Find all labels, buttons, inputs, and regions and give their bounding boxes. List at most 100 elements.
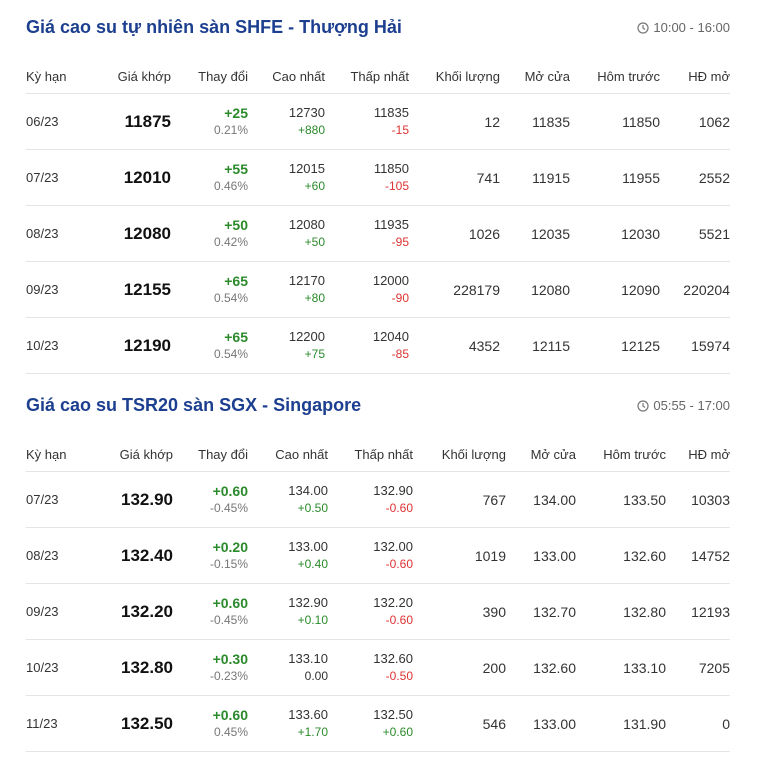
change-percent: 0.54% (213, 291, 248, 305)
open-cell: 11835 (500, 93, 570, 150)
matched-price: 132.80 (121, 657, 173, 677)
header-prev: Hôm trước (576, 437, 666, 472)
term-cell: 06/23 (26, 93, 86, 150)
change-cell: +0.30 -0.23% (173, 639, 248, 696)
high-cell: 134.00 +0.50 (248, 471, 328, 528)
change-percent: -0.23% (209, 669, 248, 683)
header-low: Thấp nhất (325, 59, 409, 94)
change-cell: +50 0.42% (171, 205, 248, 262)
header-high: Cao nhất (248, 59, 325, 94)
open-cell: 132.70 (506, 583, 576, 640)
open-cell: 134.00 (506, 471, 576, 528)
change-cell: +0.20 -0.15% (173, 527, 248, 584)
term-cell: 10/23 (26, 317, 86, 374)
volume-cell: 228179 (409, 261, 500, 318)
low-diff: -90 (391, 291, 409, 305)
table-row[interactable]: 09/23 12155 +65 0.54% 12170 +80 12000 -90 228179… (26, 261, 730, 318)
low-cell: 132.60 -0.50 (328, 639, 413, 696)
high-diff: +50 (304, 235, 325, 249)
table-row[interactable]: 07/23 12010 +55 0.46% 12015 +60 11850 -105 741 11… (26, 149, 730, 206)
volume-cell: 200 (413, 639, 506, 696)
matched-price: 12010 (123, 167, 171, 187)
table-row[interactable]: 10/23 132.80 +0.30 -0.23% 133.10 0.00 132.60 -0… (26, 639, 730, 696)
table-row[interactable]: 11/23 132.50 +0.60 0.45% 133.60 +1.70 132.50 +0… (26, 695, 730, 752)
low-value: 12040 (372, 329, 409, 344)
change-percent: -0.15% (209, 557, 248, 571)
open-interest-cell: 12193 (666, 583, 730, 640)
matched-price: 132.20 (121, 601, 173, 621)
price-cell: 132.50 (86, 695, 173, 752)
header-term: Kỳ hạn (26, 437, 86, 472)
header-prev: Hôm trước (570, 59, 660, 94)
high-diff: +1.70 (297, 725, 328, 739)
high-value: 133.60 (288, 707, 328, 722)
low-cell: 11835 -15 (325, 93, 409, 150)
high-cell: 12170 +80 (248, 261, 325, 318)
change-percent: 0.21% (213, 123, 248, 137)
low-diff: -95 (391, 235, 409, 249)
high-cell: 132.90 +0.10 (248, 583, 328, 640)
prev-cell: 132.60 (576, 527, 666, 584)
page: Giá cao su tự nhiên sàn SHFE - Thượng Hả… (0, 0, 761, 783)
change-percent: 0.46% (213, 179, 248, 193)
open-interest-cell: 15974 (660, 317, 730, 374)
high-value: 12015 (288, 161, 325, 176)
high-diff: +0.40 (297, 557, 328, 571)
open-cell: 133.00 (506, 527, 576, 584)
low-diff: +0.60 (382, 725, 413, 739)
high-cell: 12200 +75 (248, 317, 325, 374)
header-open: Mở cửa (500, 59, 570, 94)
high-cell: 12080 +50 (248, 205, 325, 262)
prev-cell: 11955 (570, 149, 660, 206)
high-diff: +60 (304, 179, 325, 193)
low-cell: 12040 -85 (325, 317, 409, 374)
trading-hours: 10:00 - 16:00 (637, 20, 730, 35)
price-cell: 11875 (86, 93, 171, 150)
prev-cell: 132.80 (576, 583, 666, 640)
change-value: +0.30 (212, 651, 248, 667)
header-price: Giá khớp (86, 437, 173, 472)
trading-hours-text: 10:00 - 16:00 (653, 20, 730, 35)
table-row[interactable]: 10/23 12190 +65 0.54% 12200 +75 12040 -85 4352 12… (26, 317, 730, 374)
change-cell: +0.60 -0.45% (173, 471, 248, 528)
change-value: +0.20 (212, 539, 248, 555)
change-percent: -0.45% (209, 613, 248, 627)
change-percent: 0.45% (213, 725, 248, 739)
prev-cell: 133.10 (576, 639, 666, 696)
prev-cell: 12125 (570, 317, 660, 374)
open-interest-cell: 5521 (660, 205, 730, 262)
table-row[interactable]: 08/23 12080 +50 0.42% 12080 +50 11935 -95 1026 12… (26, 205, 730, 262)
high-cell: 133.60 +1.70 (248, 695, 328, 752)
low-value: 132.50 (373, 707, 413, 722)
header-open-interest: HĐ mở (666, 437, 730, 472)
matched-price: 12155 (123, 279, 171, 299)
change-value: +25 (224, 105, 248, 121)
high-value: 134.00 (288, 483, 328, 498)
section-title: Giá cao su tự nhiên sàn SHFE - Thượng Hả… (26, 17, 402, 37)
change-cell: +55 0.46% (171, 149, 248, 206)
table-row[interactable]: 06/23 11875 +25 0.21% 12730 +880 11835 -15 12 118… (26, 93, 730, 150)
low-diff: -0.60 (385, 613, 413, 627)
change-percent: -0.45% (209, 501, 248, 515)
low-value: 11935 (373, 217, 409, 232)
price-cell: 12190 (86, 317, 171, 374)
open-cell: 11915 (500, 149, 570, 206)
high-cell: 133.00 +0.40 (248, 527, 328, 584)
matched-price: 12190 (123, 335, 171, 355)
header-open: Mở cửa (506, 437, 576, 472)
clock-icon (637, 21, 649, 34)
prev-cell: 11850 (570, 93, 660, 150)
high-value: 12170 (288, 273, 325, 288)
volume-cell: 12 (409, 93, 500, 150)
table-row[interactable]: 07/23 132.90 +0.60 -0.45% 134.00 +0.50 132.90 -… (26, 471, 730, 528)
header-change: Thay đổi (171, 59, 248, 94)
table-row[interactable]: 08/23 132.40 +0.20 -0.15% 133.00 +0.40 132.00 -… (26, 527, 730, 584)
volume-cell: 1019 (413, 527, 506, 584)
table-row[interactable]: 09/23 132.20 +0.60 -0.45% 132.90 +0.10 132.20 -… (26, 583, 730, 640)
change-value: +0.60 (212, 483, 248, 499)
high-value: 12080 (288, 217, 325, 232)
low-cell: 11850 -105 (325, 149, 409, 206)
price-table: Kỳ hạn Giá khớp Thay đổi Cao nhất Thấp nhất K… (26, 59, 730, 374)
change-value: +50 (224, 217, 248, 233)
high-diff: +0.10 (297, 613, 328, 627)
